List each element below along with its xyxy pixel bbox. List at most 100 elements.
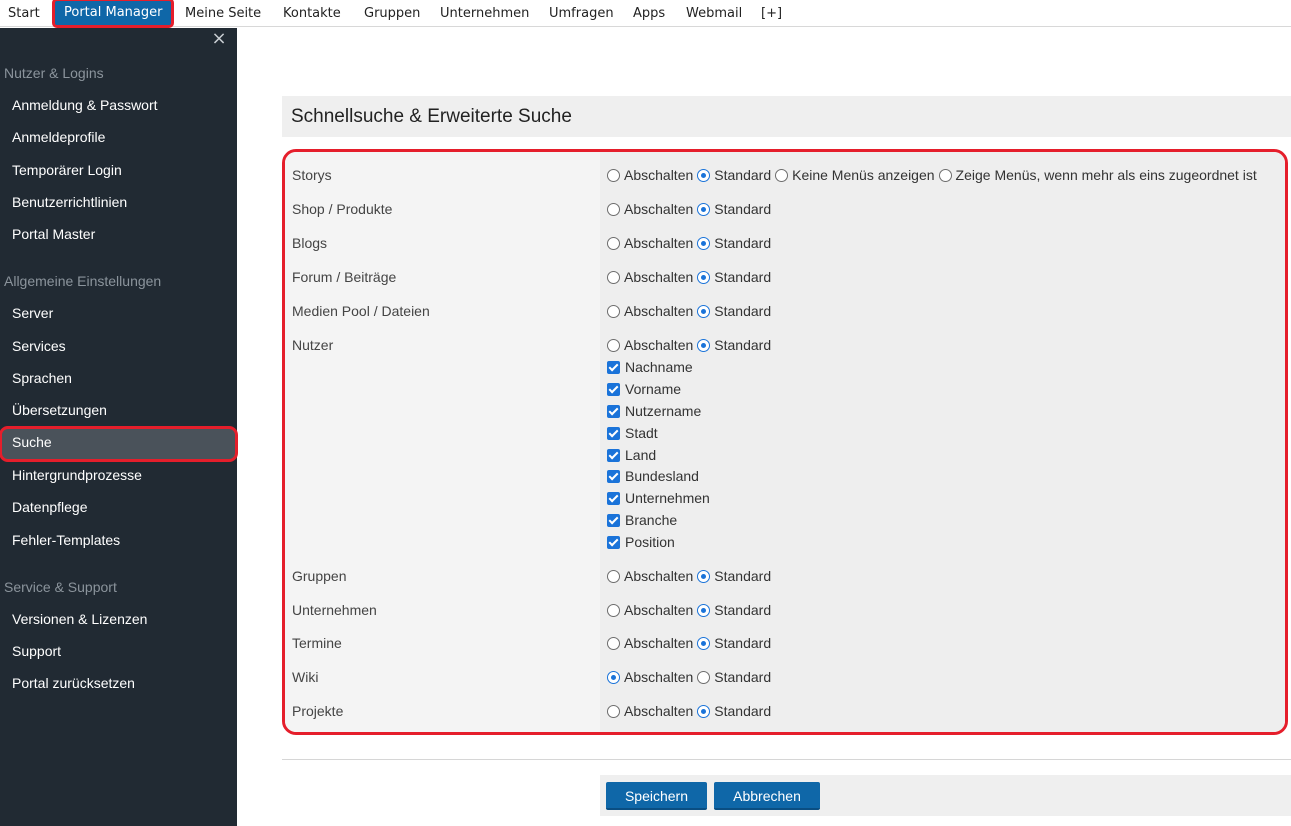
sidebar-item-anmeldeprofile[interactable]: Anmeldeprofile bbox=[0, 123, 237, 151]
radio-button[interactable] bbox=[697, 202, 711, 216]
radio-option-off[interactable]: Abschalten bbox=[607, 165, 693, 185]
radio-option-no-menus[interactable]: Keine Menüs anzeigen bbox=[775, 165, 935, 185]
radio-button[interactable] bbox=[697, 569, 711, 583]
sidebar-item-anmeldung-passwort[interactable]: Anmeldung & Passwort bbox=[0, 91, 237, 119]
radio-option-standard[interactable]: Standard bbox=[697, 301, 771, 321]
radio-option-off[interactable]: Abschalten bbox=[607, 667, 693, 687]
radio-button[interactable] bbox=[938, 168, 952, 182]
radio-option-off[interactable]: Abschalten bbox=[607, 701, 693, 721]
sidebar-heading-nutzer-logins: Nutzer & Logins bbox=[4, 65, 104, 81]
radio-button[interactable] bbox=[697, 603, 711, 617]
checkbox-checked-icon[interactable] bbox=[607, 382, 620, 396]
user-field-checkbox[interactable]: Branche bbox=[607, 510, 677, 530]
user-field-checkbox[interactable]: Position bbox=[607, 532, 675, 552]
topnav-umfragen[interactable]: Umfragen bbox=[549, 0, 614, 27]
topnav-add[interactable]: [+] bbox=[761, 0, 782, 27]
save-button[interactable]: Speichern bbox=[606, 782, 707, 810]
radio-option-off[interactable]: Abschalten bbox=[607, 199, 693, 219]
radio-button[interactable] bbox=[607, 704, 620, 718]
radio-button[interactable] bbox=[607, 270, 620, 284]
user-field-checkbox[interactable]: Vorname bbox=[607, 379, 681, 399]
sidebar-item-hintergrundprozesse[interactable]: Hintergrundprozesse bbox=[0, 461, 237, 489]
checkbox-checked-icon[interactable] bbox=[607, 360, 620, 374]
radio-button[interactable] bbox=[697, 168, 711, 182]
radio-button[interactable] bbox=[607, 603, 620, 617]
radio-option-off[interactable]: Abschalten bbox=[607, 600, 693, 620]
sidebar-item-portal-zuruecksetzen[interactable]: Portal zurücksetzen bbox=[0, 669, 237, 697]
radio-option-standard[interactable]: Standard bbox=[697, 199, 771, 219]
radio-option-standard[interactable]: Standard bbox=[697, 600, 771, 620]
topnav-portal-manager[interactable]: Portal Manager bbox=[51, 0, 175, 28]
radio-button[interactable] bbox=[697, 636, 711, 650]
sidebar-item-services[interactable]: Services bbox=[0, 332, 237, 360]
radio-button[interactable] bbox=[697, 704, 711, 718]
radio-option-standard[interactable]: Standard bbox=[697, 233, 771, 253]
radio-label: Standard bbox=[714, 303, 772, 319]
checkbox-checked-icon[interactable] bbox=[607, 535, 620, 549]
radio-button[interactable] bbox=[607, 636, 620, 650]
sidebar-item-suche[interactable]: Suche bbox=[0, 426, 238, 462]
checkbox-checked-icon[interactable] bbox=[607, 513, 620, 527]
sidebar-item-temporaerer-login[interactable]: Temporärer Login bbox=[0, 156, 237, 184]
sidebar-item-benutzerrichtlinien[interactable]: Benutzerrichtlinien bbox=[0, 188, 237, 216]
radio-button[interactable] bbox=[607, 670, 620, 684]
sidebar-item-portal-master[interactable]: Portal Master bbox=[0, 220, 237, 248]
radio-button[interactable] bbox=[607, 168, 620, 182]
radio-option-off[interactable]: Abschalten bbox=[607, 633, 693, 653]
radio-button[interactable] bbox=[607, 236, 620, 250]
sidebar-item-versionen-lizenzen[interactable]: Versionen & Lizenzen bbox=[0, 605, 237, 633]
checkbox-checked-icon[interactable] bbox=[607, 426, 620, 440]
radio-button[interactable] bbox=[775, 168, 789, 182]
topnav-webmail[interactable]: Webmail bbox=[686, 0, 742, 27]
checkbox-checked-icon[interactable] bbox=[607, 469, 620, 483]
sidebar-item-datenpflege[interactable]: Datenpflege bbox=[0, 493, 237, 521]
radio-option-standard[interactable]: Standard bbox=[697, 633, 771, 653]
radio-option-off[interactable]: Abschalten bbox=[607, 566, 693, 586]
user-field-checkbox[interactable]: Land bbox=[607, 445, 656, 465]
user-field-checkbox[interactable]: Bundesland bbox=[607, 466, 699, 486]
setting-options: Abschalten Standard bbox=[607, 335, 775, 355]
radio-button[interactable] bbox=[697, 670, 711, 684]
radio-button[interactable] bbox=[697, 304, 711, 318]
radio-option-standard[interactable]: Standard bbox=[697, 267, 771, 287]
sidebar-item-sprachen[interactable]: Sprachen bbox=[0, 364, 237, 392]
user-field-checkbox[interactable]: Nachname bbox=[607, 357, 693, 377]
radio-option-off[interactable]: Abschalten bbox=[607, 233, 693, 253]
radio-option-off[interactable]: Abschalten bbox=[607, 335, 693, 355]
checkbox-checked-icon[interactable] bbox=[607, 491, 620, 505]
checkbox-checked-icon[interactable] bbox=[607, 404, 620, 418]
topnav-meine-seite[interactable]: Meine Seite bbox=[185, 0, 261, 27]
setting-label: Medien Pool / Dateien bbox=[292, 303, 430, 319]
user-field-checkbox[interactable]: Stadt bbox=[607, 423, 658, 443]
radio-button[interactable] bbox=[607, 338, 620, 352]
topnav-start[interactable]: Start bbox=[8, 0, 40, 27]
radio-option-standard[interactable]: Standard bbox=[697, 701, 771, 721]
sidebar-item-uebersetzungen[interactable]: Übersetzungen bbox=[0, 396, 237, 424]
checkbox-checked-icon[interactable] bbox=[607, 448, 620, 462]
checkbox-label: Stadt bbox=[625, 425, 658, 441]
radio-button[interactable] bbox=[697, 270, 711, 284]
topnav-unternehmen[interactable]: Unternehmen bbox=[440, 0, 529, 27]
radio-button[interactable] bbox=[607, 569, 620, 583]
radio-option-standard[interactable]: Standard bbox=[697, 335, 771, 355]
user-field-checkbox[interactable]: Nutzername bbox=[607, 401, 701, 421]
radio-option-standard[interactable]: Standard bbox=[697, 566, 771, 586]
close-icon[interactable]: × bbox=[211, 30, 227, 48]
sidebar-item-support[interactable]: Support bbox=[0, 637, 237, 665]
sidebar-item-fehler-templates[interactable]: Fehler-Templates bbox=[0, 526, 237, 554]
radio-option-off[interactable]: Abschalten bbox=[607, 301, 693, 321]
radio-button[interactable] bbox=[697, 338, 711, 352]
topnav-kontakte[interactable]: Kontakte bbox=[283, 0, 341, 27]
topnav-apps[interactable]: Apps bbox=[633, 0, 665, 27]
radio-button[interactable] bbox=[607, 202, 620, 216]
user-field-checkbox[interactable]: Unternehmen bbox=[607, 488, 710, 508]
radio-option-standard[interactable]: Standard bbox=[697, 165, 771, 185]
topnav-gruppen[interactable]: Gruppen bbox=[364, 0, 420, 27]
sidebar-item-server[interactable]: Server bbox=[0, 299, 237, 327]
radio-button[interactable] bbox=[697, 236, 711, 250]
radio-option-standard[interactable]: Standard bbox=[697, 667, 771, 687]
radio-option-off[interactable]: Abschalten bbox=[607, 267, 693, 287]
cancel-button[interactable]: Abbrechen bbox=[714, 782, 820, 810]
radio-option-show-menus[interactable]: Zeige Menüs, wenn mehr als eins zugeordn… bbox=[938, 165, 1257, 185]
radio-button[interactable] bbox=[607, 304, 620, 318]
